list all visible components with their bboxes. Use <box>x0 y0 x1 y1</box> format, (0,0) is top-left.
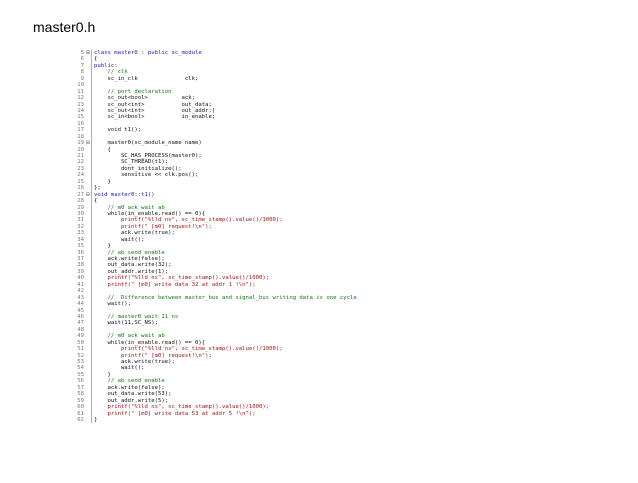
code-text[interactable]: } <box>94 417 97 423</box>
fold-guide <box>91 416 92 424</box>
code-editor-panel: 5 ⊟ class master0 : public sc_module 6{7 pub… <box>74 50 434 483</box>
code-line: 62} <box>74 416 434 424</box>
slide-title: master0.h <box>33 19 96 35</box>
line-number: 62 <box>77 416 84 423</box>
